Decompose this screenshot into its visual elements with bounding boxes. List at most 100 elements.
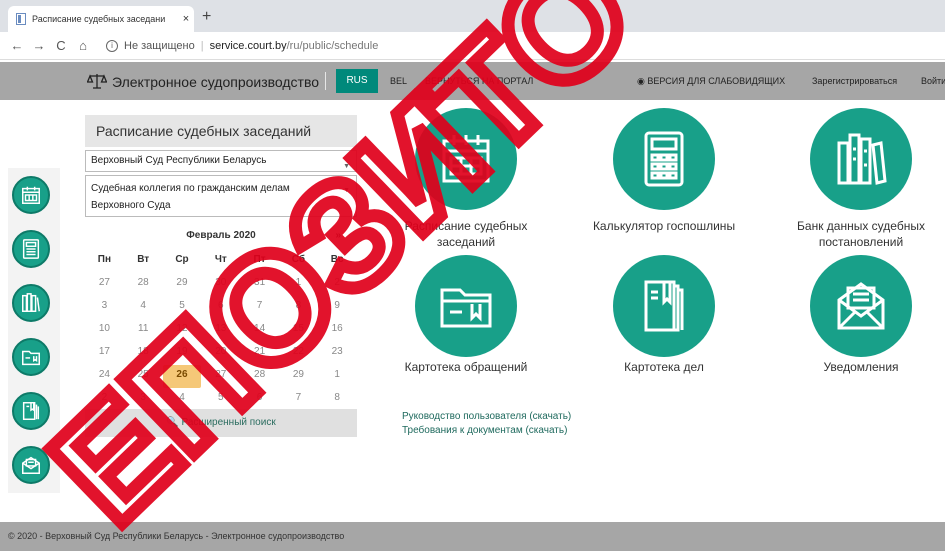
calendar-day[interactable]: 23 bbox=[318, 342, 357, 365]
calendar-day[interactable]: 25 bbox=[124, 365, 163, 388]
calendar-day[interactable]: 15 bbox=[279, 319, 318, 342]
new-tab-button[interactable]: + bbox=[202, 9, 211, 25]
calendar-day[interactable]: 28 bbox=[124, 273, 163, 296]
board-select-line1: Судебная коллегия по гражданским делам bbox=[91, 183, 290, 194]
court-select[interactable]: Верховный Суд Республики Беларусь ▼ bbox=[85, 150, 357, 172]
calendar-day[interactable]: 11 bbox=[124, 319, 163, 342]
calendar-week-row: 2345678 bbox=[85, 388, 357, 411]
calendar-day[interactable]: 7 bbox=[240, 296, 279, 319]
service-label-calculator[interactable]: Калькулятор госпошлины bbox=[584, 218, 744, 234]
calendar-week-row: 3456789 bbox=[85, 296, 357, 319]
calendar-day[interactable]: 29 bbox=[163, 273, 202, 296]
login-link[interactable]: Войти bbox=[921, 76, 945, 86]
court-select-value: Верховный Суд Республики Беларусь bbox=[91, 155, 267, 166]
service-label-appeals[interactable]: Картотека обращений bbox=[386, 359, 546, 375]
case-file-icon[interactable] bbox=[613, 255, 715, 357]
calendar-header: Февраль 2020 » bbox=[85, 230, 357, 244]
calendar-day[interactable]: 7 bbox=[279, 388, 318, 411]
calendar-day[interactable]: 8 bbox=[279, 296, 318, 319]
favicon-icon bbox=[16, 13, 26, 25]
calendar-day[interactable]: 6 bbox=[240, 388, 279, 411]
calendar-day[interactable]: 19 bbox=[163, 342, 202, 365]
rail-books-icon[interactable] bbox=[12, 284, 50, 322]
calendar-day[interactable]: 6 bbox=[201, 296, 240, 319]
brand-title[interactable]: Электронное судопроизводство bbox=[112, 74, 319, 90]
calendar-day[interactable]: 1 bbox=[279, 273, 318, 296]
address-bar: ← → C ⌂ i Не защищено | service.court.by… bbox=[0, 32, 945, 60]
calendar-day[interactable]: 12 bbox=[163, 319, 202, 342]
calendar-day[interactable]: 3 bbox=[124, 388, 163, 411]
calendar-day[interactable]: 30 bbox=[201, 273, 240, 296]
rail-folder-icon[interactable] bbox=[12, 338, 50, 376]
info-icon[interactable]: i bbox=[106, 39, 118, 52]
rail-calendar-icon[interactable] bbox=[12, 176, 50, 214]
board-select[interactable]: Судебная коллегия по гражданским делам В… bbox=[85, 175, 357, 217]
forward-button[interactable]: → bbox=[28, 38, 50, 53]
calendar-day[interactable]: 18 bbox=[124, 342, 163, 365]
calendar-day[interactable]: 16 bbox=[318, 319, 357, 342]
calendar-day[interactable]: 1 bbox=[318, 365, 357, 388]
rail-case-file-icon[interactable] bbox=[12, 392, 50, 430]
calendar-day[interactable]: 10 bbox=[85, 319, 124, 342]
rail-calculator-icon[interactable] bbox=[12, 230, 50, 268]
books-icon[interactable] bbox=[810, 108, 912, 210]
calendar-day[interactable]: 3 bbox=[85, 296, 124, 319]
calendar-day[interactable]: 24 bbox=[85, 365, 124, 388]
register-link[interactable]: Зарегистрироваться bbox=[812, 76, 897, 86]
calendar-day[interactable]: 26 bbox=[162, 365, 202, 388]
brand-divider bbox=[325, 72, 326, 90]
calendar-day[interactable]: 13 bbox=[201, 319, 240, 342]
help-links: Руководство пользователя (скачать) Требо… bbox=[402, 410, 571, 438]
calendar-day[interactable]: 8 bbox=[318, 388, 357, 411]
tab-close-button[interactable]: × bbox=[178, 13, 194, 25]
url-field[interactable]: i Не защищено | service.court.by /ru/pub… bbox=[106, 35, 378, 57]
folder-icon[interactable] bbox=[415, 255, 517, 357]
doc-requirements-link[interactable]: Требования к документам (скачать) bbox=[402, 424, 571, 438]
calendar-day[interactable]: 5 bbox=[163, 296, 202, 319]
calendar-day[interactable]: 14 bbox=[240, 319, 279, 342]
calendar-week-row: 17 18 19 20 21 22 23 bbox=[85, 342, 357, 365]
calendar-next-button[interactable]: » bbox=[335, 230, 341, 241]
scales-icon bbox=[86, 72, 108, 93]
calendar-day[interactable]: 20 bbox=[201, 342, 240, 365]
calendar-day[interactable]: 31 bbox=[240, 273, 279, 296]
rail-envelope-icon[interactable] bbox=[12, 446, 50, 484]
calendar-day[interactable]: 27 bbox=[85, 273, 124, 296]
calendar-day[interactable]: 22 bbox=[279, 342, 318, 365]
lang-bel-button[interactable]: BEL bbox=[390, 76, 407, 86]
low-vision-link[interactable]: ◉ ВЕРСИЯ ДЛЯ СЛАБОВИДЯЩИХ bbox=[637, 76, 785, 87]
back-button[interactable]: ← bbox=[6, 38, 28, 53]
calendar-icon[interactable] bbox=[415, 108, 517, 210]
calendar-day[interactable]: 4 bbox=[163, 388, 202, 411]
calendar-day[interactable]: 9 bbox=[318, 296, 357, 319]
calendar-weekday: Пт bbox=[253, 254, 266, 265]
calendar-day[interactable]: 5 bbox=[201, 388, 240, 411]
chevron-down-icon: ▼ bbox=[343, 187, 350, 194]
reload-button[interactable]: C bbox=[50, 38, 72, 53]
home-button[interactable]: ⌂ bbox=[72, 38, 94, 53]
calendar-day[interactable]: 27 bbox=[201, 365, 240, 388]
envelope-icon[interactable] bbox=[810, 255, 912, 357]
lang-rus-button[interactable]: RUS bbox=[336, 69, 378, 93]
service-label-schedule[interactable]: Расписание судебных заседаний bbox=[386, 218, 546, 250]
calendar-weekday: Пн bbox=[97, 254, 112, 265]
url-separator: | bbox=[200, 39, 204, 52]
calendar-day[interactable]: 4 bbox=[124, 296, 163, 319]
calendar-day[interactable]: 2 bbox=[85, 388, 124, 411]
back-to-portal-link[interactable]: ВЕРНУТЬСЯ НА ПОРТАЛ bbox=[425, 76, 533, 86]
security-label: Не защищено bbox=[124, 39, 195, 52]
calendar-day[interactable]: 21 bbox=[240, 342, 279, 365]
advanced-search-button[interactable]: 🔍 Расширенный поиск bbox=[85, 409, 357, 437]
service-label-notifications[interactable]: Уведомления bbox=[781, 359, 941, 375]
calendar-day[interactable]: 17 bbox=[85, 342, 124, 365]
calendar-day[interactable]: 29 bbox=[279, 365, 318, 388]
calculator-icon[interactable] bbox=[613, 108, 715, 210]
user-guide-link[interactable]: Руководство пользователя (скачать) bbox=[402, 410, 571, 424]
calendar-day[interactable]: 2 bbox=[318, 273, 357, 296]
service-label-decisions-bank[interactable]: Банк данных судебных постановлений bbox=[781, 218, 941, 250]
browser-tab[interactable]: Расписание судебных заседани × bbox=[8, 6, 194, 32]
calendar-weekday: Вт bbox=[137, 254, 150, 265]
service-label-cases[interactable]: Картотека дел bbox=[584, 359, 744, 375]
calendar-day[interactable]: 28 bbox=[240, 365, 279, 388]
url-host: service.court.by bbox=[209, 39, 287, 52]
